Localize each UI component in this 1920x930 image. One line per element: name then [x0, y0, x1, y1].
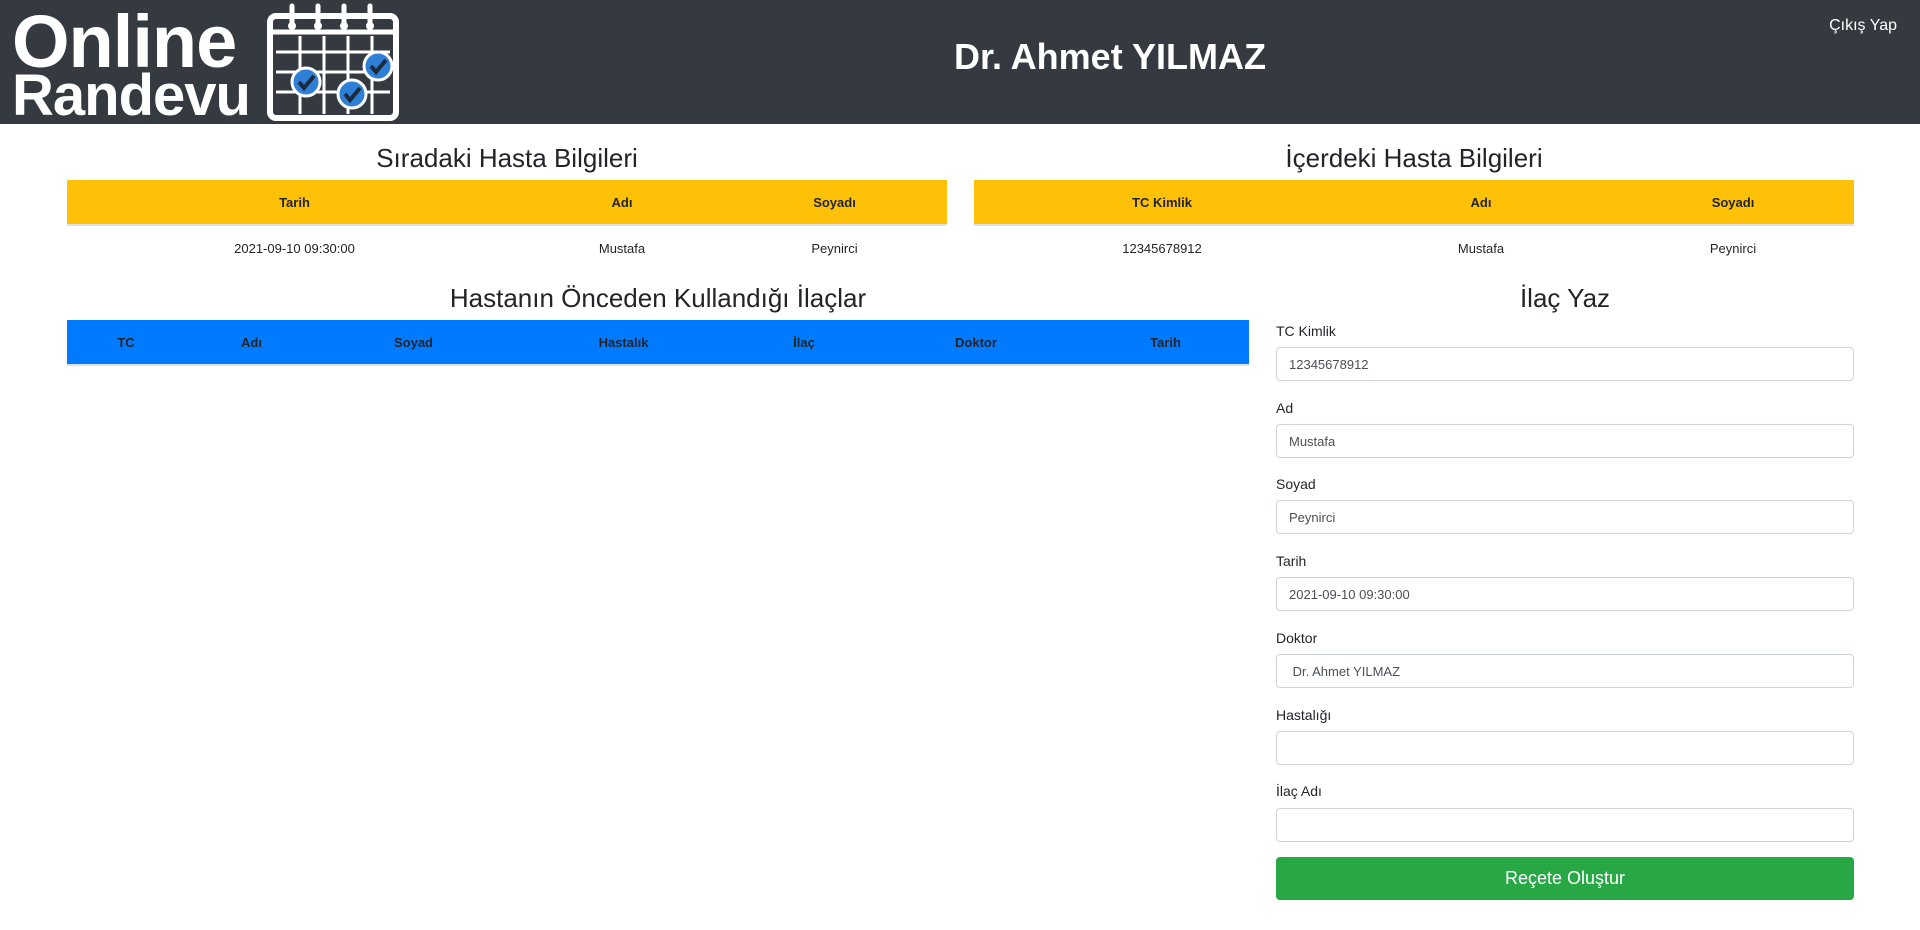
column-header: Tarih — [1082, 320, 1249, 366]
soyad-label: Soyad — [1276, 476, 1316, 492]
table-row[interactable]: 2021-09-10 09:30:00 Mustafa Peynirci — [67, 225, 947, 270]
table-header-row: Tarih Adı Soyadı — [67, 180, 947, 226]
current-patient-title: İçerdeki Hasta Bilgileri — [1285, 143, 1543, 173]
medication-history-title: Hastanın Önceden Kullandığı İlaçlar — [449, 283, 867, 313]
table-header-row: TC Adı Soyad Hastalık İlaç Doktor Tarih — [67, 320, 1249, 366]
hastaligi-input[interactable] — [1276, 731, 1854, 765]
next-patient-title: Sıradaki Hasta Bilgileri — [376, 143, 638, 173]
logout-link[interactable]: Çıkış Yap — [1829, 17, 1897, 35]
ad-label: Ad — [1276, 400, 1294, 416]
table-cell: Peynirci — [1709, 240, 1757, 256]
ilac-adi-label: İlaç Adı — [1276, 783, 1322, 799]
prescription-form-title: İlaç Yaz — [1519, 283, 1611, 313]
doctor-name-title: Dr. Ahmet YILMAZ — [953, 36, 1267, 77]
doktor-label: Doktor — [1276, 630, 1318, 646]
ad-input[interactable] — [1276, 424, 1854, 458]
tc-kimlik-input[interactable] — [1276, 347, 1854, 381]
tc-kimlik-label: TC Kimlik — [1276, 323, 1336, 339]
column-header: Soyadı — [722, 180, 947, 226]
column-header: Adı — [185, 320, 318, 366]
column-header: Adı — [522, 180, 722, 226]
current-patient-table: TC Kimlik Adı Soyadı 12345678912 Mustafa… — [974, 180, 1854, 270]
column-header: Doktor — [870, 320, 1082, 366]
column-header: Soyadı — [1612, 180, 1854, 226]
tarih-label: Tarih — [1276, 553, 1307, 569]
ilac-adi-input[interactable] — [1276, 808, 1854, 842]
medication-history-table: TC Adı Soyad Hastalık İlaç Doktor Tarih — [67, 320, 1249, 366]
tarih-input[interactable] — [1276, 577, 1854, 611]
table-cell: 2021-09-10 09:30:00 — [234, 240, 355, 256]
column-header: İlaç — [738, 320, 870, 366]
column-header: Hastalık — [509, 320, 738, 366]
table-cell: Mustafa — [1457, 240, 1505, 256]
column-header: TC — [67, 320, 185, 366]
column-header: Adı — [1350, 180, 1612, 226]
create-prescription-button[interactable]: Reçete Oluştur — [1276, 857, 1854, 900]
table-cell: Mustafa — [598, 240, 646, 256]
hastaligi-label: Hastalığı — [1276, 707, 1332, 723]
navbar: Online Randevu Dr. Ahmet YILMAZ Çıkış Ya… — [0, 0, 1920, 126]
soyad-input[interactable] — [1276, 500, 1854, 534]
column-header: Tarih — [67, 180, 522, 226]
doktor-input[interactable] — [1276, 654, 1854, 688]
column-header: TC Kimlik — [974, 180, 1350, 226]
column-header: Soyad — [318, 320, 509, 366]
table-header-row: TC Kimlik Adı Soyadı — [974, 180, 1854, 226]
table-cell: Peynirci — [811, 240, 858, 256]
table-row[interactable]: 12345678912 Mustafa Peynirci — [974, 225, 1854, 270]
next-patient-table: Tarih Adı Soyadı 2021-09-10 09:30:00 Mus… — [67, 180, 947, 270]
table-cell: 12345678912 — [1122, 240, 1202, 256]
